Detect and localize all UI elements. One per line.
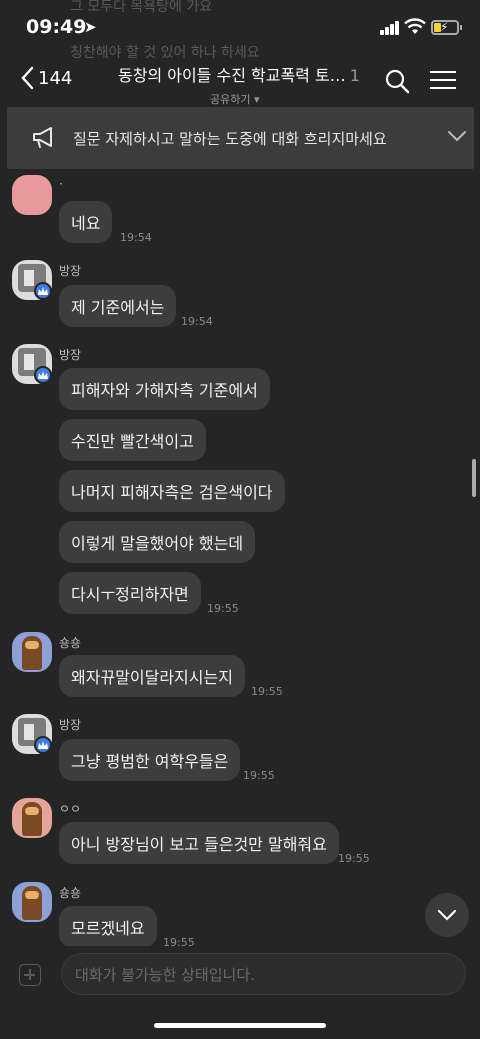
ghost-text: 그 모두다 목욕탕에 가요 — [70, 0, 213, 15]
message-time: 19:54 — [120, 231, 152, 244]
message-bubble[interactable]: 제 기준에서는 — [59, 285, 177, 327]
avatar[interactable] — [12, 632, 52, 672]
message-bubble[interactable]: 모르겠네요 — [59, 906, 157, 948]
sender-name: 숑숑 — [59, 886, 82, 900]
avatar[interactable] — [12, 798, 52, 838]
status-bar: 그 모두다 목욕탕에 가요 칭찬해야 할 것 있어 하나 하세요 09:49 ➤… — [0, 0, 480, 61]
message-time: 19:55 — [243, 769, 275, 782]
avatar[interactable] — [12, 882, 52, 922]
back-count: 144 — [38, 67, 73, 89]
input-bar: 대화가 불가능한 상태입니다. — [0, 946, 480, 1039]
crown-icon — [34, 736, 52, 754]
sender-name: ㅇㅇ — [59, 802, 82, 816]
home-indicator[interactable] — [154, 1023, 326, 1028]
member-count: 1 — [349, 66, 360, 85]
sender-name: 방장 — [59, 718, 82, 732]
message-bubble[interactable]: 네요 — [59, 201, 113, 243]
chevron-down-icon[interactable] — [447, 129, 467, 143]
message-bubble[interactable]: 다시ㅜ정리하자면 — [59, 572, 201, 614]
wifi-icon — [404, 18, 426, 34]
message-input[interactable]: 대화가 불가능한 상태입니다. — [61, 953, 466, 995]
message-bubble[interactable]: 수진만 빨간색이고 — [59, 419, 206, 461]
scrollbar[interactable] — [472, 459, 476, 497]
back-button[interactable]: 144 — [20, 66, 72, 90]
status-time: 09:49 — [26, 16, 87, 38]
scroll-down-button[interactable] — [425, 893, 469, 937]
message-bubble[interactable]: 왜자뀨말이달라지시는지 — [59, 655, 245, 697]
message-bubble[interactable]: 나머지 피해자측은 검은색이다 — [59, 470, 285, 512]
message-bubble[interactable]: 피해자와 가해자측 기준에서 — [59, 368, 270, 410]
chat-header: 144 동창의 아이들 수진 학교폭력 토… 1 공유하기 ▾ — [0, 58, 480, 108]
message-bubble[interactable]: 이렇게 말을했어야 했는데 — [59, 521, 256, 563]
share-link[interactable]: 공유하기 ▾ — [210, 91, 368, 107]
plus-icon[interactable] — [19, 964, 41, 986]
message-time: 19:54 — [181, 315, 213, 328]
signal-icon — [380, 21, 400, 35]
message-time: 19:55 — [338, 852, 370, 865]
notice-banner[interactable]: 질문 자제하시고 말하는 도중에 대화 흐리지마세요 — [7, 107, 474, 169]
megaphone-icon — [33, 127, 52, 148]
sender-name: 방장 — [59, 348, 82, 362]
sender-name: 방장 — [59, 264, 82, 278]
menu-icon[interactable] — [430, 71, 456, 91]
avatar[interactable] — [12, 175, 52, 215]
message-time: 19:55 — [251, 685, 283, 698]
title-area[interactable]: 동창의 아이들 수진 학교폭력 토… 1 공유하기 ▾ — [118, 62, 368, 107]
battery-icon: ⚡ — [431, 20, 462, 35]
location-icon: ➤ — [84, 18, 97, 36]
sender-name: · — [59, 177, 63, 191]
crown-icon — [34, 282, 52, 300]
sender-name: 숑숑 — [59, 636, 82, 650]
message-bubble[interactable]: 아니 방장님이 보고 들은것만 말해줘요 — [59, 822, 339, 864]
message-time: 19:55 — [207, 602, 239, 615]
message-bubble[interactable]: 그냥 평범한 여학우들은 — [59, 739, 241, 781]
notice-text: 질문 자제하시고 말하는 도중에 대화 흐리지마세요 — [73, 130, 387, 148]
search-icon[interactable] — [384, 68, 410, 94]
chat-title: 동창의 아이들 수진 학교폭력 토… 1 — [118, 62, 368, 86]
chevron-down-icon — [437, 909, 457, 921]
crown-icon — [34, 366, 52, 384]
chat-title-text: 동창의 아이들 수진 학교폭력 토… — [118, 66, 346, 85]
chevron-left-icon — [21, 66, 34, 90]
